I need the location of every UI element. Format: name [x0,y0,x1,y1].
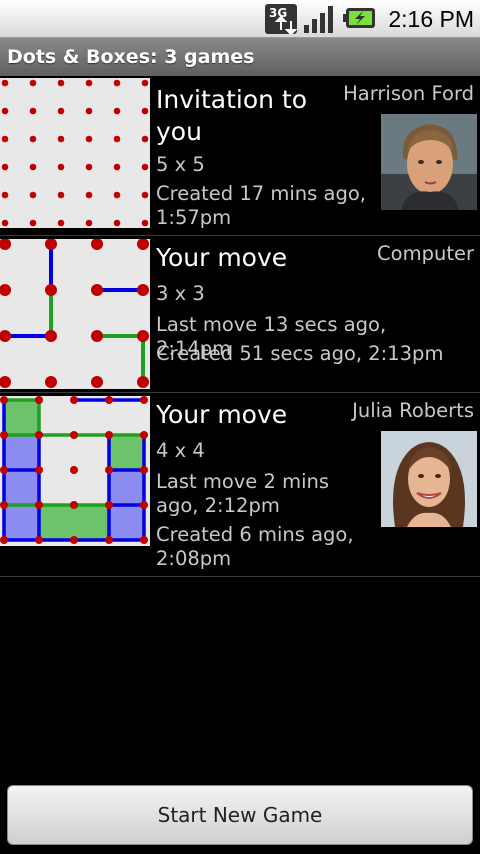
opponent-name: Harrison Ford [343,82,474,105]
3g-data-icon: 3G [265,4,298,36]
created-time: Created 6 mins ago, 2:08pm [156,523,354,570]
game-list-item[interactable]: Invitation to you Harrison Ford 5 x 5 Cr… [0,76,480,236]
game-status: Invitation to you [156,85,308,146]
game-board-thumbnail [0,78,150,228]
page-title: Dots & Boxes: 3 games [0,38,480,76]
status-bar: 3G 2:16 PM [0,0,480,38]
start-new-game-button[interactable]: Start New Game [7,785,473,845]
game-board-thumbnail [0,239,150,389]
opponent-name: Computer [377,242,474,265]
game-list-item[interactable]: Your move Computer 3 x 3 Last move 13 se… [0,236,480,393]
game-status: Your move [156,400,288,429]
opponent-avatar [381,114,477,210]
board-size: 5 x 5 [156,153,205,176]
board-size: 4 x 4 [156,439,205,462]
status-time: 2:16 PM [388,6,474,32]
created-time: Created 51 secs ago, 2:13pm [156,342,444,365]
game-status: Your move [156,243,288,272]
battery-icon [343,7,376,29]
created-time: Created 17 mins ago, 1:57pm [156,182,366,229]
signal-icon [303,4,337,34]
last-move-time: Last move 2 mins ago, 2:12pm [156,470,330,517]
opponent-avatar [381,431,477,527]
svg-text:3G: 3G [269,6,287,20]
opponent-name: Julia Roberts [352,399,474,422]
board-size: 3 x 3 [156,282,205,305]
game-list-item[interactable]: Your move Julia Roberts 4 x 4 Last move … [0,393,480,577]
game-board-thumbnail [0,396,150,546]
